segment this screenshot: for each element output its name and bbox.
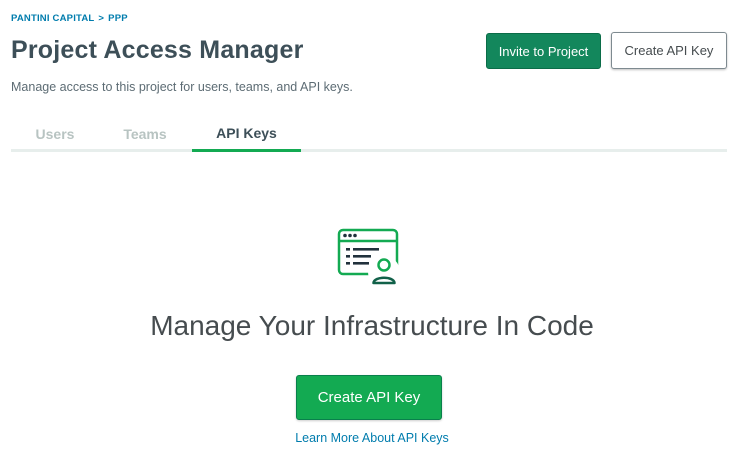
page-subtitle: Manage access to this project for users,… [11,80,353,94]
learn-more-link[interactable]: Learn More About API Keys [295,431,449,445]
tab-users[interactable]: Users [11,116,99,152]
learn-more-container: Learn More About API Keys [0,431,744,445]
breadcrumb-org-link[interactable]: PANTINI CAPITAL [11,13,94,24]
create-api-key-header-button[interactable]: Create API Key [611,32,727,69]
breadcrumb-project-link[interactable]: PPP [108,13,128,24]
create-api-key-button[interactable]: Create API Key [296,375,442,420]
api-code-user-icon [337,228,403,288]
invite-to-project-button[interactable]: Invite to Project [486,33,601,69]
page-title: Project Access Manager [11,36,304,64]
tab-teams[interactable]: Teams [99,116,191,152]
tab-bar: Users Teams API Keys [11,116,727,152]
tab-api-keys[interactable]: API Keys [192,116,301,152]
empty-state-heading: Manage Your Infrastructure In Code [150,310,594,341]
breadcrumb: PANTINI CAPITAL > PPP [11,13,128,24]
breadcrumb-separator: > [98,13,105,24]
